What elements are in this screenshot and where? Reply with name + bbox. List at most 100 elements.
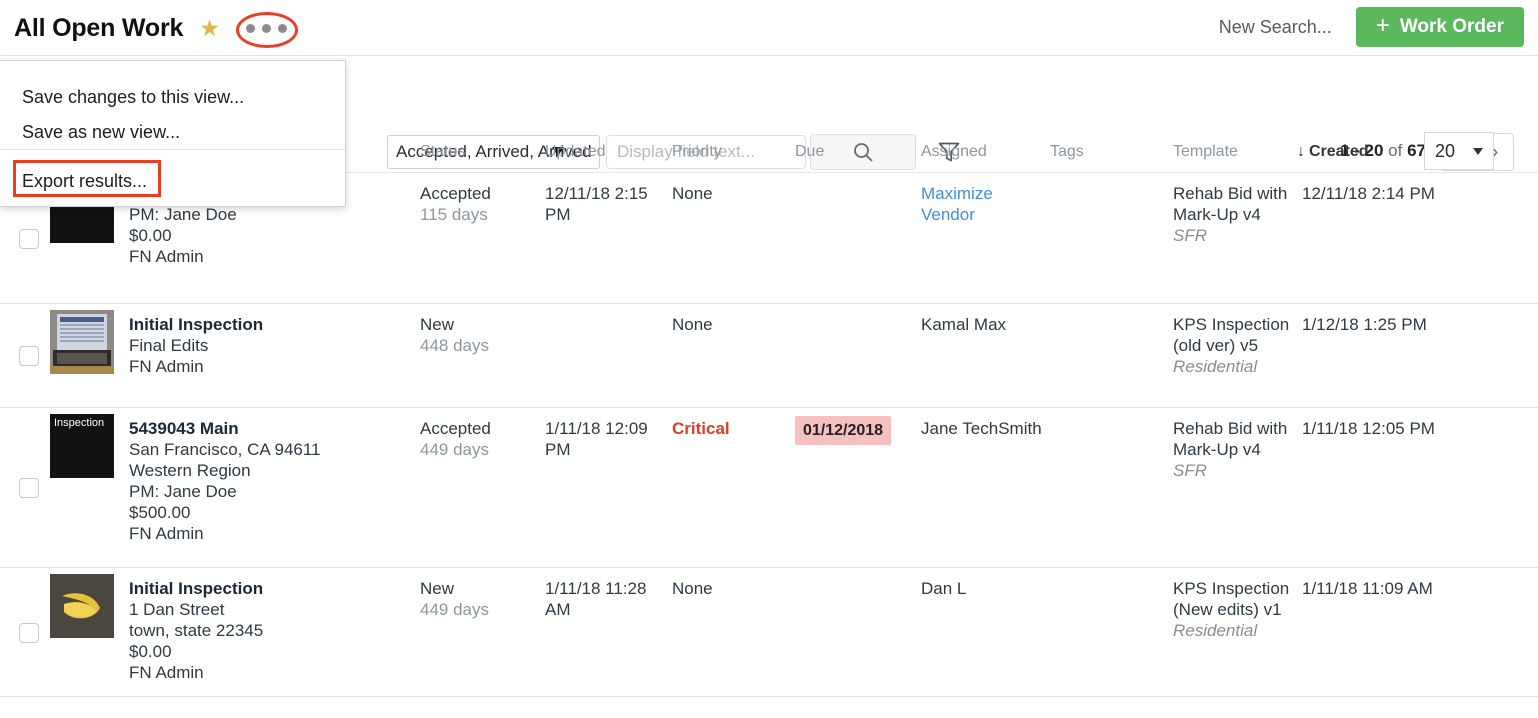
- column-header-status[interactable]: Status: [420, 143, 465, 161]
- cell-created: 1/12/18 1:25 PM: [1302, 314, 1442, 335]
- cell-template: KPS Inspection (New edits) v1 Residential: [1173, 578, 1293, 641]
- row-detail-line: 1 Dan Street: [129, 600, 225, 619]
- template-value: Rehab Bid with Mark-Up v4: [1173, 419, 1288, 459]
- status-age: 448 days: [420, 336, 489, 355]
- column-header-updated[interactable]: Updated: [545, 143, 606, 161]
- row-summary: Initial Inspection Final Edits FN Admin: [129, 314, 399, 377]
- add-work-order-label: Work Order: [1399, 16, 1504, 37]
- row-detail-line: $0.00: [129, 642, 172, 661]
- created-value: 1/11/18 11:09 AM: [1302, 579, 1433, 598]
- cell-status: Accepted 115 days: [420, 183, 540, 225]
- row-checkbox[interactable]: [19, 229, 39, 249]
- menu-item-save-as-new-view[interactable]: Save as new view...: [22, 122, 180, 143]
- assigned-value: Jane TechSmith: [921, 419, 1042, 438]
- template-category: SFR: [1173, 461, 1207, 480]
- dark-photo-thumbnail: Inspection: [50, 414, 114, 478]
- row-thumbnail[interactable]: Inspection: [50, 414, 114, 478]
- add-work-order-button[interactable]: + Work Order: [1355, 7, 1524, 47]
- cell-assigned: Kamal Max: [921, 314, 1046, 335]
- header-actions: New Search... + Work Order: [1219, 7, 1524, 47]
- menu-item-save-changes-to-this-view[interactable]: Save changes to this view...: [22, 87, 244, 108]
- cell-updated: 12/11/18 2:15 PM: [545, 183, 665, 225]
- created-value: 1/11/18 12:05 PM: [1302, 419, 1435, 438]
- thumbnail-label: Inspection: [54, 417, 105, 429]
- table-row[interactable]: Initial Inspection 1 Dan Street town, stat…: [0, 568, 1538, 697]
- cell-assigned: Maximize Vendor: [921, 183, 1046, 225]
- column-header-label: Due: [795, 143, 825, 160]
- column-header-priority[interactable]: Priority: [672, 143, 722, 161]
- row-detail-line: $500.00: [129, 503, 191, 522]
- menu-item-export-results[interactable]: Export results...: [22, 171, 147, 192]
- page-title: All Open Work: [14, 14, 184, 42]
- priority-value: None: [672, 315, 713, 334]
- row-title[interactable]: Initial Inspection: [129, 314, 399, 335]
- more-options-button[interactable]: [235, 8, 298, 48]
- row-thumbnail[interactable]: [50, 310, 114, 374]
- created-value: 1/12/18 1:25 PM: [1302, 315, 1427, 334]
- cell-status: Accepted 449 days: [420, 418, 540, 460]
- cell-updated: 1/11/18 11:28 AM: [545, 578, 665, 620]
- status-value: Accepted: [420, 184, 491, 203]
- view-options-menu: Save changes to this view... Save as new …: [0, 60, 346, 207]
- row-checkbox[interactable]: [19, 623, 39, 643]
- row-detail-line: PM: Jane Doe: [129, 205, 237, 224]
- template-value: KPS Inspection (New edits) v1: [1173, 579, 1290, 619]
- sort-descending-icon: ↓: [1297, 143, 1305, 160]
- column-header-tags[interactable]: Tags: [1050, 143, 1084, 161]
- column-header-assigned[interactable]: Assigned: [921, 143, 987, 161]
- row-detail-line: FN Admin: [129, 357, 204, 376]
- page-size-value: 20: [1435, 140, 1456, 161]
- row-detail-line: FN Admin: [129, 663, 204, 682]
- status-age: 449 days: [420, 600, 489, 619]
- status-value: New: [420, 579, 455, 598]
- cell-priority: None: [672, 183, 787, 204]
- row-thumbnail[interactable]: [50, 574, 114, 638]
- row-title[interactable]: 5439043 Main: [129, 418, 399, 439]
- title-group: All Open Work ★: [14, 8, 298, 48]
- banana-photo-thumbnail: [50, 574, 114, 638]
- status-value: New: [420, 315, 455, 334]
- priority-value: None: [672, 184, 713, 203]
- assigned-value: Dan L: [921, 579, 967, 598]
- page-size-select[interactable]: 20: [1424, 132, 1494, 170]
- cell-status: New 448 days: [420, 314, 540, 356]
- cell-priority: Critical: [672, 418, 787, 439]
- table-row[interactable]: Inspection 5439043 Main San Francisco, CA …: [0, 408, 1538, 568]
- cell-created: 12/11/18 2:14 PM: [1302, 183, 1442, 204]
- more-options-icon: [246, 23, 288, 33]
- column-header-label: Assigned: [921, 143, 987, 160]
- column-header-due[interactable]: Due: [795, 143, 824, 161]
- menu-divider: [0, 149, 346, 150]
- cell-status: New 449 days: [420, 578, 540, 620]
- laptop-photo-thumbnail: [50, 310, 114, 374]
- cell-assigned: Dan L: [921, 578, 1046, 599]
- updated-value: 1/11/18 11:28 AM: [545, 579, 647, 619]
- cell-template: Rehab Bid with Mark-Up v4 SFR: [1173, 418, 1293, 481]
- priority-value: Critical: [672, 419, 730, 438]
- row-title[interactable]: Initial Inspection: [129, 578, 399, 599]
- column-header-label: Tags: [1050, 143, 1084, 160]
- created-value: 12/11/18 2:14 PM: [1302, 184, 1435, 203]
- row-checkbox[interactable]: [19, 346, 39, 366]
- star-icon[interactable]: ★: [199, 13, 220, 43]
- cell-created: 1/11/18 12:05 PM: [1302, 418, 1442, 439]
- column-header-created[interactable]: ↓ Created: [1297, 143, 1369, 161]
- assigned-link[interactable]: Vendor: [921, 204, 1046, 225]
- template-category: SFR: [1173, 226, 1207, 245]
- row-summary: 5439043 Main San Francisco, CA 94611 Weste…: [129, 418, 399, 544]
- page-header: All Open Work ★ New Search... + Work Ord…: [0, 0, 1538, 56]
- column-header-label: Priority: [672, 143, 722, 160]
- assigned-link[interactable]: Maximize: [921, 183, 1046, 204]
- row-checkbox[interactable]: [19, 478, 39, 498]
- template-category: Residential: [1173, 621, 1258, 640]
- row-summary: Initial Inspection 1 Dan Street town, stat…: [129, 578, 399, 683]
- new-search-link[interactable]: New Search...: [1219, 7, 1332, 47]
- plus-icon: +: [1375, 12, 1390, 39]
- column-header-label: Template: [1173, 143, 1238, 160]
- row-detail-line: town, state 22345: [129, 621, 264, 640]
- assigned-value: Kamal Max: [921, 315, 1007, 334]
- column-header-template[interactable]: Template: [1173, 143, 1238, 161]
- cell-priority: None: [672, 578, 787, 599]
- table-row[interactable]: Initial Inspection Final Edits FN Admin New…: [0, 304, 1538, 408]
- row-detail-line: FN Admin: [129, 247, 204, 266]
